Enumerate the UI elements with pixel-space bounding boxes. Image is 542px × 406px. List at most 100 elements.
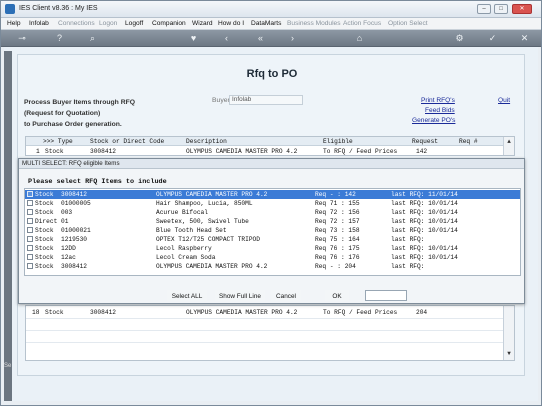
item-last-rfq: last RFQ: 11/01/14 [391,191,458,198]
window-title: IES Client v8.36 : My IES [19,5,98,12]
list-item[interactable]: Direct 01 Sweetex, 500, Swivel Tube Req … [25,217,520,226]
item-checkbox[interactable] [27,218,33,224]
back-icon[interactable]: ‹ [221,33,232,44]
check-icon[interactable]: ✓ [487,33,498,44]
close-window-button[interactable]: ✕ [512,4,532,14]
page-title: Rfq to PO [246,68,298,80]
maximize-button[interactable]: □ [494,4,508,14]
list-item[interactable]: Stock 3008412 OLYMPUS CAMEDIA MASTER PRO… [25,262,520,271]
item-checkbox[interactable] [27,245,33,251]
header-description: Description [186,138,227,145]
table-row[interactable]: 1 Stock 3008412 OLYMPUS CAMEDIA MASTER P… [26,147,503,156]
item-code: 12ac [61,254,76,261]
app-window: IES Client v8.36 : My IES – □ ✕ Help Inf… [0,0,542,406]
menu-datamarts[interactable]: DataMarts [251,20,281,27]
item-checkbox[interactable] [27,263,33,269]
menu-option-select[interactable]: Option Select [388,20,428,27]
item-code: 3008412 [61,191,87,198]
list-item[interactable]: Stock 01000021 Blue Tooth Head Set Req 7… [25,226,520,235]
item-type: Stock [35,191,54,198]
item-checkbox[interactable] [27,227,33,233]
row-request: 204 [416,309,428,316]
list-item[interactable]: Stock 12ac Lecol Cream Soda Req 76 : 176… [25,253,520,262]
item-description: OLYMPUS CAMEDIA MASTER PRO 4.2 [156,263,268,270]
list-item[interactable]: Stock 1219530 OPTEX T12/T25 COMPACT TRIP… [25,235,520,244]
menu-business-modules[interactable]: Business Modules [287,20,341,27]
header-code: Stock or Direct Code [90,138,165,145]
side-label: Se [4,363,12,369]
dialog-title: MULTI SELECT: RFQ eligible Items [19,159,524,169]
menu-logon[interactable]: Logon [99,20,117,27]
menu-how-do-i[interactable]: How do I [218,20,244,27]
minimize-button[interactable]: – [477,4,491,14]
description-line-1: Process Buyer Items through RFQ [24,99,136,106]
item-description: Acurue Bifocal [156,209,208,216]
key-icon[interactable]: ⊸ [13,33,31,44]
item-checkbox[interactable] [27,209,33,215]
print-rfqs-link[interactable]: Print RFQ's [421,97,455,104]
menu-logoff[interactable]: Logoff [125,20,143,27]
search-icon[interactable]: ⌕ [87,33,98,44]
select-all-button[interactable]: Select ALL [167,290,207,301]
table-row[interactable]: 18 Stock 3008412 OLYMPUS CAMEDIA MASTER … [26,308,503,317]
buyer-field[interactable]: Infolab [229,95,303,105]
home-icon[interactable]: ⌂ [354,33,365,44]
multi-select-dialog: MULTI SELECT: RFQ eligible Items Please … [18,158,525,304]
scroll-down-icon[interactable]: ▼ [505,350,513,358]
header-request: Request [412,138,438,145]
row-code: 3008412 [90,309,116,316]
item-checkbox[interactable] [27,254,33,260]
header-req-num: Req # [459,138,478,145]
menu-wizard[interactable]: Wizard [192,20,213,27]
dialog-input-field[interactable] [365,290,407,301]
close-icon[interactable]: ✕ [519,33,530,44]
row-request: 142 [416,148,428,155]
app-icon [5,4,15,14]
list-item[interactable]: Stock 12DD Lecol Raspberry Req 76 : 175 … [25,244,520,253]
list-item[interactable]: Stock 3008412 OLYMPUS CAMEDIA MASTER PRO… [25,190,520,199]
item-checkbox[interactable] [27,236,33,242]
grid-scrollbar[interactable]: ▲ [503,137,514,155]
side-strip [4,51,12,401]
forward-icon[interactable]: › [287,33,298,44]
item-description: OLYMPUS CAMEDIA MASTER PRO 4.2 [156,191,268,198]
menu-companion[interactable]: Companion [152,20,186,27]
item-checkbox[interactable] [27,200,33,206]
description-line-2: (Request for Quotation) [24,110,101,117]
scroll-up-icon[interactable]: ▲ [505,138,513,146]
title-bar: IES Client v8.36 : My IES – □ ✕ [1,1,541,18]
item-last-rfq: last RFQ: 10/01/14 [391,254,458,261]
menu-bar: Help Infolab Connections Logon Logoff Co… [1,18,541,30]
list-item[interactable]: Stock 003 Acurue Bifocal Req 72 : 156 la… [25,208,520,217]
generate-pos-link[interactable]: Generate PO's [412,117,455,124]
description-line-3: to Purchase Order generation. [24,121,122,128]
item-req: Req 75 : 164 [315,236,360,243]
item-code: 01 [61,218,69,225]
rewind-icon[interactable]: « [255,33,266,44]
menu-help[interactable]: Help [7,20,21,27]
ok-button[interactable]: OK [325,290,349,301]
item-type: Stock [35,227,54,234]
item-code: 3008412 [61,263,87,270]
list-item[interactable]: Stock 01000005 Hair Shampoo, Lucia, 850M… [25,199,520,208]
dialog-prompt: Please select RFQ Items to include [28,178,167,186]
menu-connections[interactable]: Connections [58,20,95,27]
item-req: Req 71 : 155 [315,200,360,207]
item-checkbox[interactable] [27,191,33,197]
item-description: OPTEX T12/T25 COMPACT TRIPOD [156,236,260,243]
help-icon[interactable]: ? [54,33,65,44]
cancel-button[interactable]: Cancel [271,290,301,301]
menu-action-focus[interactable]: Action Focus [343,20,381,27]
menu-infolab[interactable]: Infolab [29,20,49,27]
feed-bids-link[interactable]: Feed Bids [425,107,455,114]
grid-scrollbar[interactable]: ▼ [503,306,514,360]
rfq-items-list: Stock 3008412 OLYMPUS CAMEDIA MASTER PRO… [24,188,521,276]
item-code: 01000005 [61,200,91,207]
heart-icon[interactable]: ♥ [188,33,199,44]
item-description: Lecol Raspberry [156,245,212,252]
settings-icon[interactable]: ⚙ [454,33,465,44]
show-full-line-button[interactable]: Show Full Line [215,290,265,301]
item-description: Blue Tooth Head Set [156,227,227,234]
row-number: 1 [36,148,40,155]
quit-link[interactable]: Quit [498,97,510,104]
